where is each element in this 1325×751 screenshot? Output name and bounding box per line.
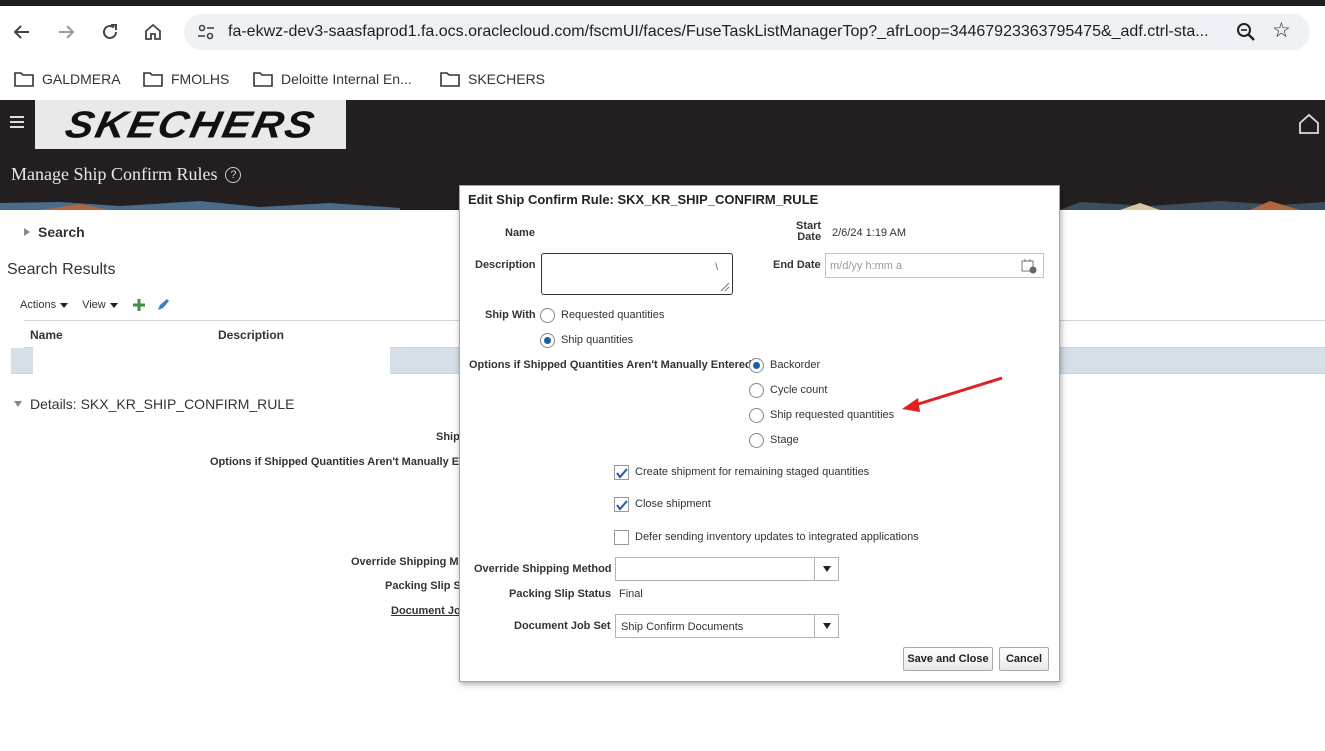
- checkbox-defer-inventory-updates[interactable]: [614, 530, 629, 545]
- override-shipping-method-select[interactable]: [615, 557, 839, 581]
- radio-backorder[interactable]: [749, 358, 764, 373]
- search-section-toggle[interactable]: Search: [24, 224, 85, 240]
- details-label-override: Override Shipping Me: [351, 556, 465, 568]
- help-icon[interactable]: ?: [225, 166, 242, 183]
- dropdown-button[interactable]: [814, 615, 838, 637]
- description-label: Description: [475, 259, 536, 271]
- text-cursor-icon: \: [715, 262, 718, 273]
- zoom-icon[interactable]: [1234, 20, 1258, 44]
- page-title: Manage Ship Confirm Rules ?: [11, 164, 242, 185]
- details-label-packing: Packing Slip S: [385, 580, 461, 592]
- dropdown-button[interactable]: [814, 558, 838, 580]
- radio-requested-quantities[interactable]: [540, 308, 555, 323]
- forward-arrow-icon: [59, 25, 75, 39]
- radio-label-cycle-count: Cycle count: [770, 384, 828, 396]
- resize-handle-icon[interactable]: [720, 282, 730, 292]
- document-job-set-select[interactable]: Ship Confirm Documents: [615, 614, 839, 638]
- checkbox-label-create-shipment: Create shipment for remaining staged qua…: [635, 466, 870, 478]
- view-menu[interactable]: View: [82, 299, 118, 311]
- checkbox-create-shipment[interactable]: [614, 465, 629, 480]
- checkbox-close-shipment[interactable]: [614, 497, 629, 512]
- edit-ship-confirm-rule-dialog: Edit Ship Confirm Rule: SKX_KR_SHIP_CONF…: [459, 185, 1060, 682]
- disclosure-right-icon: [24, 228, 30, 236]
- document-job-set-label: Document Job Set: [514, 620, 611, 632]
- back-button[interactable]: [8, 18, 36, 46]
- actions-menu[interactable]: Actions: [20, 299, 69, 311]
- bookmark-folder-deloitte[interactable]: Deloitte Internal En...: [253, 68, 412, 90]
- options-label: Options if Shipped Quantities Aren't Man…: [469, 359, 752, 371]
- caret-down-icon: [822, 566, 831, 572]
- ship-with-label: Ship With: [485, 309, 536, 321]
- radio-ship-quantities[interactable]: [540, 333, 555, 348]
- start-date-label: Start Date: [796, 220, 822, 243]
- override-shipping-method-label: Override Shipping Method: [474, 563, 612, 575]
- radio-stage[interactable]: [749, 433, 764, 448]
- packing-slip-status-value: Final: [619, 588, 643, 600]
- caret-down-icon: [60, 302, 69, 308]
- caret-down-icon: [822, 623, 831, 629]
- name-label: Name: [505, 227, 535, 239]
- search-results-title: Search Results: [7, 261, 116, 278]
- bookmark-folder-galdmera[interactable]: GALDMERA: [14, 68, 121, 90]
- bookmark-folder-skechers[interactable]: SKECHERS: [440, 68, 545, 90]
- details-label-options: Options if Shipped Quantities Aren't Man…: [210, 456, 466, 468]
- description-textarea[interactable]: \: [541, 253, 733, 295]
- folder-icon: [14, 72, 34, 87]
- forward-button[interactable]: [52, 18, 80, 46]
- hamburger-menu-icon[interactable]: [10, 116, 24, 128]
- add-icon[interactable]: [132, 298, 146, 312]
- checkmark-icon: [616, 500, 628, 511]
- redacted-cell: [33, 347, 390, 375]
- details-label-ship: Ship: [436, 431, 460, 443]
- folder-icon: [253, 72, 273, 87]
- reload-button[interactable]: [96, 18, 124, 46]
- bookmarks-bar: GALDMERA FMOLHS Deloitte Internal En... …: [0, 58, 1325, 100]
- radio-label-backorder: Backorder: [770, 359, 821, 371]
- folder-icon: [440, 72, 460, 87]
- skechers-logo[interactable]: SKECHERS: [35, 100, 346, 149]
- column-header-description[interactable]: Description: [218, 328, 284, 342]
- cancel-button[interactable]: Cancel: [999, 647, 1049, 671]
- home-icon[interactable]: [1298, 113, 1320, 135]
- folder-icon: [143, 72, 163, 87]
- radio-ship-requested-quantities[interactable]: [749, 408, 764, 423]
- radio-label-requested-quantities: Requested quantities: [561, 309, 665, 321]
- checkbox-label-close-shipment: Close shipment: [635, 498, 711, 510]
- save-and-close-button[interactable]: Save and Close: [903, 647, 993, 671]
- start-date-value: 2/6/24 1:19 AM: [832, 227, 906, 239]
- edit-pencil-icon[interactable]: [156, 298, 170, 312]
- browser-toolbar: fa-ekwz-dev3-saasfaprod1.fa.ocs.oraclecl…: [0, 6, 1325, 58]
- radio-label-ship-requested-quantities: Ship requested quantities: [770, 409, 895, 421]
- details-label-docjob[interactable]: Document Jo: [391, 605, 461, 617]
- reload-icon: [103, 24, 117, 39]
- radio-label-ship-quantities: Ship quantities: [561, 334, 634, 346]
- caret-down-icon: [109, 302, 118, 308]
- details-section-toggle[interactable]: Details: SKX_KR_SHIP_CONFIRM_RULE: [14, 396, 295, 412]
- address-bar[interactable]: fa-ekwz-dev3-saasfaprod1.fa.ocs.oraclecl…: [184, 14, 1310, 50]
- checkmark-icon: [616, 468, 628, 479]
- end-date-label: End Date: [773, 259, 821, 271]
- home-button[interactable]: [139, 18, 167, 46]
- bookmark-star-icon[interactable]: ☆: [1272, 18, 1291, 44]
- column-header-name[interactable]: Name: [30, 328, 63, 342]
- radio-cycle-count[interactable]: [749, 383, 764, 398]
- back-arrow-icon: [13, 25, 29, 39]
- url-text[interactable]: fa-ekwz-dev3-saasfaprod1.fa.ocs.oraclecl…: [228, 14, 1218, 50]
- end-date-input[interactable]: m/d/yy h:mm a: [825, 253, 1044, 278]
- results-toolbar: Actions View: [20, 298, 170, 312]
- annotation-arrow-icon: [902, 376, 1003, 412]
- disclosure-down-icon: [14, 401, 22, 407]
- site-settings-icon[interactable]: [196, 22, 216, 42]
- dialog-title: Edit Ship Confirm Rule: SKX_KR_SHIP_CONF…: [468, 192, 819, 207]
- home-icon: [145, 23, 161, 40]
- packing-slip-status-label: Packing Slip Status: [509, 588, 612, 600]
- bookmark-folder-fmolhs[interactable]: FMOLHS: [143, 68, 229, 90]
- radio-label-stage: Stage: [770, 434, 799, 446]
- calendar-icon[interactable]: [1021, 258, 1037, 274]
- checkbox-label-defer-inventory-updates: Defer sending inventory updates to integ…: [635, 531, 919, 543]
